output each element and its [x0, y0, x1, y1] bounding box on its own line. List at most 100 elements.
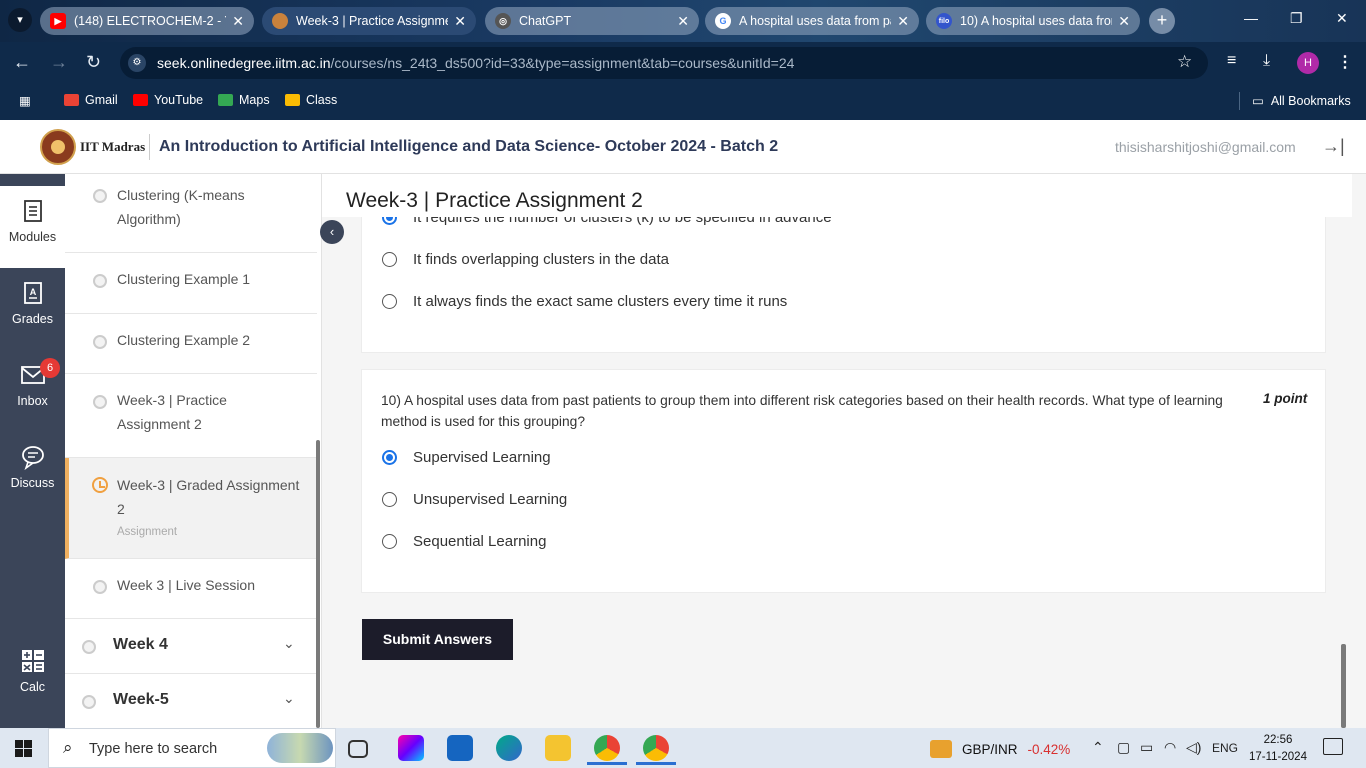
meet-icon[interactable]: ▢ — [1117, 739, 1130, 756]
week-4-accordion[interactable]: Week 4 ⌄ — [65, 619, 317, 674]
question-text: 10) A hospital uses data from past patie… — [381, 393, 1223, 429]
tab-search-icon[interactable]: ▾ — [8, 8, 32, 32]
bookmark-maps[interactable]: Maps — [218, 93, 270, 107]
wifi-icon[interactable]: ◠ — [1164, 739, 1176, 756]
chrome-icon[interactable] — [587, 735, 627, 765]
taskbar-search-box[interactable]: ⌕ Type here to search — [48, 728, 336, 768]
option-unsupervised[interactable]: Unsupervised Learning — [382, 491, 567, 508]
back-arrow-icon[interactable]: ← — [13, 52, 31, 73]
window-close-icon[interactable]: ✕ — [1336, 10, 1348, 27]
media-control-icon[interactable]: ≡ — [1227, 52, 1236, 70]
module-list: Clustering (K-means Algorithm) Clusterin… — [65, 174, 322, 728]
youtube-icon — [133, 94, 148, 106]
folder-icon: ▭ — [1252, 94, 1264, 108]
radio-button[interactable] — [382, 534, 397, 549]
url-text[interactable]: seek.onlinedegree.iitm.ac.in/courses/ns_… — [157, 55, 794, 71]
forward-arrow-icon[interactable]: → — [50, 52, 68, 73]
language-indicator[interactable]: ENG — [1212, 741, 1238, 755]
volume-icon[interactable]: ◁) — [1186, 739, 1201, 756]
file-explorer-icon[interactable] — [545, 735, 571, 761]
close-icon[interactable]: ✕ — [897, 13, 909, 30]
status-dot — [82, 695, 96, 709]
stock-ticker-widget[interactable]: GBP/INR -0.42% — [930, 740, 1070, 758]
filo-icon: filo — [936, 13, 952, 29]
svg-text:A: A — [29, 287, 36, 297]
option-prev-2[interactable]: It finds overlapping clusters in the dat… — [382, 251, 669, 268]
tab-practice-assignment[interactable]: Week-3 | Practice Assignment 2 ✕ — [262, 7, 476, 35]
module-item-clustering-example-2[interactable]: Clustering Example 2 — [65, 314, 317, 374]
tab-filo[interactable]: filo 10) A hospital uses data from past … — [926, 7, 1140, 35]
notification-icon[interactable] — [1323, 738, 1343, 755]
left-rail: Modules A Grades 6 Inbox Discuss Calc — [0, 174, 65, 728]
bookmark-divider — [1239, 92, 1240, 110]
mail-icon[interactable] — [447, 735, 473, 761]
radio-button[interactable] — [382, 450, 397, 465]
module-item-clustering-kmeans[interactable]: Clustering (K-means Algorithm) — [65, 174, 317, 253]
bookmark-class[interactable]: Class — [285, 93, 337, 107]
rail-inbox[interactable]: 6 Inbox — [0, 350, 65, 432]
apps-grid-icon[interactable]: ▦ — [19, 93, 31, 108]
rail-grades[interactable]: A Grades — [0, 268, 65, 350]
radio-button[interactable] — [382, 294, 397, 309]
search-icon: ⌕ — [63, 738, 73, 757]
bookmark-star-icon[interactable]: ☆ — [1177, 52, 1192, 72]
copilot-icon[interactable] — [398, 735, 424, 761]
profile-avatar[interactable]: H — [1297, 52, 1319, 74]
bookmark-gmail[interactable]: Gmail — [64, 93, 118, 107]
battery-icon[interactable]: ▭ — [1140, 739, 1153, 756]
main-scrollbar[interactable] — [1341, 644, 1346, 728]
module-item-practice-assignment-2[interactable]: Week-3 | Practice Assignment 2 — [65, 374, 317, 458]
tab-youtube[interactable]: ▶ (148) ELECTROCHEM-2 - YouTube ✕ — [40, 7, 254, 35]
chevron-down-icon: ⌄ — [283, 690, 295, 706]
close-icon[interactable]: ✕ — [677, 13, 689, 30]
sidebar-scrollbar[interactable] — [316, 440, 320, 728]
google-icon: G — [715, 13, 731, 29]
chevron-up-icon[interactable]: ⌃ — [1092, 739, 1104, 756]
module-item-live-session[interactable]: Week 3 | Live Session — [65, 559, 317, 619]
rail-modules[interactable]: Modules — [0, 186, 65, 268]
minimize-icon[interactable]: — — [1244, 10, 1258, 26]
submit-answers-button[interactable]: Submit Answers — [362, 619, 513, 660]
tab-chatgpt[interactable]: ◎ ChatGPT ✕ — [485, 7, 699, 35]
menu-kebab-icon[interactable]: ⋮ — [1337, 52, 1353, 72]
tab-google-search[interactable]: G A hospital uses data from past patient… — [705, 7, 919, 35]
taskbar-clock[interactable]: 22:56 17-11-2024 — [1248, 732, 1308, 766]
gmail-icon — [64, 94, 79, 106]
close-icon[interactable]: ✕ — [232, 13, 244, 30]
module-item-graded-assignment-2[interactable]: Week-3 | Graded Assignment 2 Assignment — [65, 458, 317, 559]
restore-icon[interactable]: ❐ — [1290, 10, 1303, 27]
rail-calc[interactable]: Calc — [0, 636, 65, 718]
option-sequential[interactable]: Sequential Learning — [382, 533, 546, 550]
option-prev-3[interactable]: It always finds the exact same clusters … — [382, 293, 787, 310]
iitm-logo[interactable] — [40, 129, 76, 165]
option-supervised[interactable]: Supervised Learning — [382, 449, 551, 466]
discuss-icon — [21, 446, 44, 470]
download-icon[interactable]: ⤓ — [1263, 52, 1270, 70]
status-dot — [93, 335, 107, 349]
youtube-icon: ▶ — [50, 13, 66, 29]
course-title: An Introduction to Artificial Intelligen… — [159, 138, 779, 155]
site-info-icon[interactable]: ⚙ — [128, 54, 146, 72]
week-5-accordion[interactable]: Week-5 ⌄ — [65, 674, 317, 728]
classroom-icon — [285, 94, 300, 106]
new-tab-button[interactable]: + — [1149, 8, 1175, 34]
close-icon[interactable]: ✕ — [1118, 13, 1130, 30]
bookmark-youtube[interactable]: YouTube — [133, 93, 203, 107]
edge-icon[interactable] — [496, 735, 522, 761]
module-item-clustering-example-1[interactable]: Clustering Example 1 — [65, 253, 317, 314]
chevron-down-icon: ⌄ — [283, 635, 295, 651]
modules-icon — [23, 200, 42, 222]
collapse-sidebar-button[interactable]: ‹ — [320, 220, 344, 244]
chrome-profile-icon[interactable] — [636, 735, 676, 765]
status-dot — [93, 395, 107, 409]
radio-button[interactable] — [382, 252, 397, 267]
windows-start-icon[interactable] — [15, 740, 32, 757]
reload-icon[interactable]: ↻ — [86, 52, 101, 73]
task-view-icon[interactable] — [348, 740, 368, 758]
radio-button[interactable] — [382, 492, 397, 507]
rail-discuss[interactable]: Discuss — [0, 432, 65, 514]
all-bookmarks-button[interactable]: ▭ All Bookmarks — [1252, 93, 1351, 109]
browser-tab-strip: ▾ ▶ (148) ELECTROCHEM-2 - YouTube ✕ Week… — [0, 0, 1366, 42]
logout-icon[interactable]: →| — [1322, 136, 1345, 157]
close-icon[interactable]: ✕ — [454, 13, 466, 30]
